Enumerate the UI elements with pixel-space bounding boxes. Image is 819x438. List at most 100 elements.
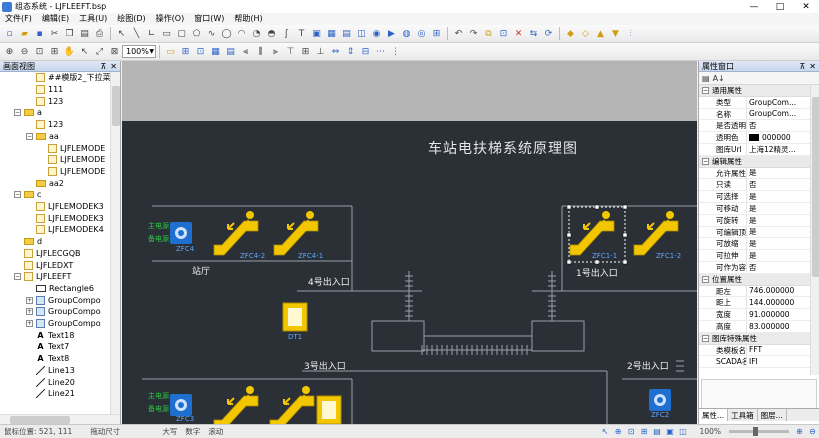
sort-alpha-icon[interactable]: A↓ [713,74,725,83]
minimize-button[interactable]: — [741,0,767,13]
property-value[interactable]: 746.000000 [747,286,810,297]
maximize-button[interactable]: □ [767,0,793,13]
property-value[interactable]: 是 [747,250,810,261]
tree-item[interactable]: LJFLECGQB [14,248,81,260]
collapse-toggle-icon[interactable]: − [702,334,709,342]
save-icon[interactable]: ▪ [33,27,46,40]
actual-size-icon[interactable]: ⊠ [108,45,121,58]
property-value[interactable]: 000000 [747,132,810,143]
property-row[interactable]: 高度 83.000000 [699,320,810,333]
property-value[interactable]: IFI [747,356,810,367]
property-row[interactable]: 可选择是 [699,191,810,203]
tree-item[interactable]: + GroupCompo [26,294,101,306]
same-height-icon[interactable]: ⇕ [344,45,357,58]
print-icon[interactable]: ⎙ [93,27,106,40]
zoom-select[interactable]: 100% ▼ [122,45,156,58]
expand-toggle-icon[interactable]: − [26,132,33,140]
tree-item[interactable]: − c [14,189,41,201]
property-value[interactable]: 144.000000 [747,297,810,308]
align-bottom-icon[interactable]: ⊥ [314,45,327,58]
expand-toggle-icon[interactable]: − [14,109,21,117]
zoom-window-icon[interactable]: ⤢ [93,45,106,58]
pan-hand-icon[interactable]: ✋ [63,45,76,58]
property-row[interactable]: 可旋转是 [699,214,810,227]
property-value[interactable]: 否 [747,179,810,190]
tree-item[interactable]: − a [14,107,42,119]
categorized-icon[interactable]: ▤ [702,74,710,83]
grid-icon[interactable]: ⊞ [179,45,192,58]
tree-item[interactable]: LJFLEMODE [38,142,105,154]
new-file-icon[interactable]: ▫ [3,27,16,40]
zoom-in-icon[interactable]: ⊕ [3,45,16,58]
undo-icon[interactable]: ↶ [452,27,465,40]
property-value[interactable]: 上海12精灵... [747,144,810,155]
status-layer-icon[interactable]: ▤ [652,426,663,437]
property-value[interactable]: 是 [747,215,810,226]
open-folder-icon[interactable]: ▰ [18,27,31,40]
status-zoom-in-icon[interactable]: ⊕ [794,426,805,437]
align-right-icon[interactable]: ⫸ [269,45,282,58]
rotate-icon[interactable]: ⟳ [542,27,555,40]
tree-item[interactable]: Line21 [26,388,75,400]
property-row[interactable]: 允许属性改...是 [699,167,810,180]
tree-item[interactable]: + GroupCompo [26,306,101,318]
align-center-icon[interactable]: ⫼ [254,45,267,58]
menu-operate[interactable]: 操作(O) [151,13,190,25]
property-value[interactable]: 是 [747,191,810,202]
alarm-tool-icon[interactable]: ◎ [415,27,428,40]
same-width-icon[interactable]: ⇔ [329,45,342,58]
collapse-toggle-icon[interactable]: − [702,157,709,165]
ruler-icon[interactable]: ▦ [209,45,222,58]
tree-item[interactable]: LJFLEMODEK3 [26,201,104,213]
copy-icon[interactable]: ❐ [63,27,76,40]
ungroup-icon[interactable]: ⊡ [497,27,510,40]
image-tool-icon[interactable]: ▣ [310,27,323,40]
pin-icon[interactable]: ⊼ [100,62,106,71]
tree-item[interactable]: LJFLEMODE [38,166,105,178]
close-button[interactable]: ✕ [793,0,819,13]
paste-icon[interactable]: ▤ [78,27,91,40]
align-left-icon[interactable]: ⫷ [239,45,252,58]
zoom-out-icon[interactable]: ⊖ [18,45,31,58]
panel-close-icon[interactable]: ✕ [110,62,117,71]
property-row[interactable]: 图库Url 上海12精灵... [699,143,810,156]
tree-item[interactable]: − aa [26,131,59,143]
same-size-icon[interactable]: ⊟ [359,45,372,58]
property-value[interactable]: 91.000000 [747,309,810,320]
property-row[interactable]: SCADA名 IFI [699,356,810,369]
video-tool-icon[interactable]: ▶ [385,27,398,40]
menu-window[interactable]: 窗口(W) [189,13,229,25]
button-tool-icon[interactable]: ▦ [325,27,338,40]
web-tool-icon[interactable]: ◉ [370,27,383,40]
menu-draw[interactable]: 绘图(D) [112,13,150,25]
property-value[interactable]: GroupCom... [747,109,810,120]
polyline-tool-icon[interactable]: ∟ [145,27,158,40]
collapse-toggle-icon[interactable]: − [702,86,709,94]
property-value[interactable]: 是 [747,203,810,214]
status-lock-icon[interactable]: ▣ [665,426,676,437]
property-row[interactable]: 透明色 000000 [699,132,810,144]
property-value[interactable]: 否 [747,120,810,131]
menu-help[interactable]: 帮助(H) [229,13,267,25]
expand-toggle-icon[interactable]: + [26,308,33,316]
property-category[interactable]: − 图库特殊属性 [699,332,810,345]
zoom-area-icon[interactable]: ⊞ [48,45,61,58]
panel-close-icon[interactable]: ✕ [809,62,816,71]
status-zoom-out-icon[interactable]: ⊖ [807,426,818,437]
tree-item[interactable]: LJFLEMODE [38,154,105,166]
property-row[interactable]: 距左 746.000000 [699,285,810,298]
bezier-tool-icon[interactable]: ʃ [280,27,293,40]
space-v-icon[interactable]: ⋮ [389,45,402,58]
polygon-tool-icon[interactable]: ⬠ [190,27,203,40]
property-value[interactable]: 是 [747,227,810,238]
select-arrow-icon[interactable]: ↖ [78,45,91,58]
trend-tool-icon[interactable]: ⊞ [430,27,443,40]
status-grid-icon[interactable]: ⊞ [639,426,650,437]
group-icon[interactable]: ⧉ [482,27,495,40]
tree-item[interactable]: LJFLEMODEK4 [26,224,104,236]
tree-vertical-scrollbar[interactable] [110,72,120,414]
chart-tool-icon[interactable]: ◫ [355,27,368,40]
status-fit-icon[interactable]: ⊡ [626,426,637,437]
tree-horizontal-scrollbar[interactable] [0,414,120,424]
line-tool-icon[interactable]: ╲ [130,27,143,40]
